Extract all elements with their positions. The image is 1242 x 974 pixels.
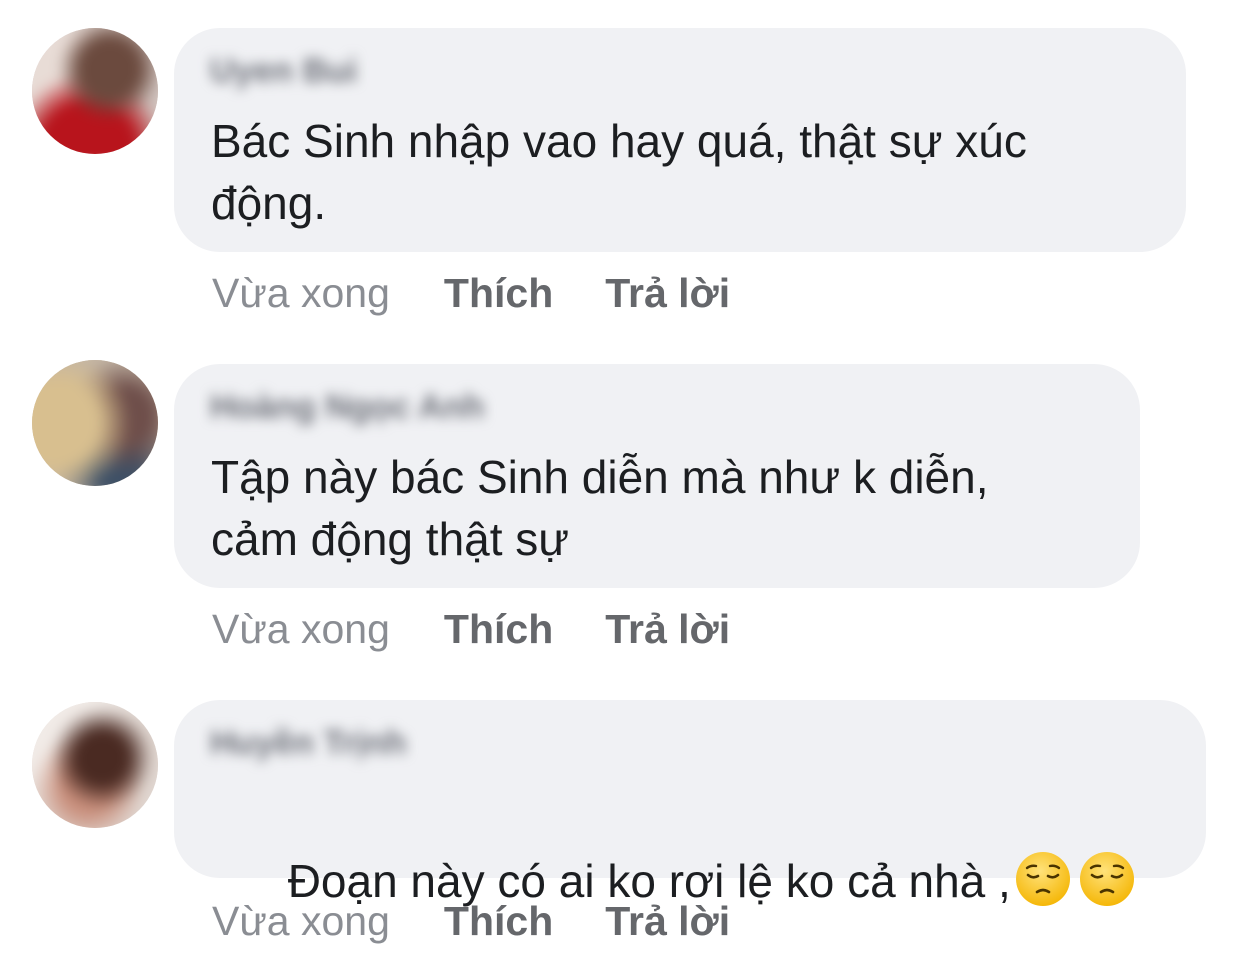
comment-actions: Vừa xong Thích Trả lời <box>212 268 782 318</box>
comment-bubble: Uyen Bui Bác Sinh nhập vao hay quá, thật… <box>174 28 1186 252</box>
reply-button[interactable]: Trả lời <box>605 898 730 944</box>
comment-timestamp[interactable]: Vừa xong <box>212 270 390 316</box>
like-button[interactable]: Thích <box>444 606 553 652</box>
avatar[interactable] <box>32 28 158 154</box>
reply-button[interactable]: Trả lời <box>605 606 730 652</box>
comment-timestamp[interactable]: Vừa xong <box>212 898 390 944</box>
avatar[interactable] <box>32 360 158 486</box>
comment-author[interactable]: Huyền Trịnh <box>210 724 406 763</box>
comment-author[interactable]: Uyen Bui <box>210 52 357 91</box>
comment-actions: Vừa xong Thích Trả lời <box>212 896 782 946</box>
comment-author[interactable]: Hoàng Ngọc Anh <box>210 388 485 427</box>
comment-timestamp[interactable]: Vừa xong <box>212 606 390 652</box>
comment-text: Tập này bác Sinh diễn mà như k diễn, cảm… <box>211 451 989 565</box>
comment-actions: Vừa xong Thích Trả lời <box>212 604 782 654</box>
like-button[interactable]: Thích <box>444 898 553 944</box>
comment-bubble: Hoàng Ngọc Anh Tập này bác Sinh diễn mà … <box>174 364 1140 588</box>
comment-text: Đoạn này có ai ko rơi lệ ko cả nhà , <box>211 788 1135 974</box>
reply-button[interactable]: Trả lời <box>605 270 730 316</box>
like-button[interactable]: Thích <box>444 270 553 316</box>
comment-text: Bác Sinh nhập vao hay quá, thật sự xúc đ… <box>211 115 1027 229</box>
pensive-face-emoji <box>1079 852 1134 906</box>
pensive-face-emoji <box>1015 852 1070 906</box>
avatar[interactable] <box>32 702 158 828</box>
comment-bubble: Huyền Trịnh Đoạn này có ai ko rơi lệ ko … <box>174 700 1206 907</box>
